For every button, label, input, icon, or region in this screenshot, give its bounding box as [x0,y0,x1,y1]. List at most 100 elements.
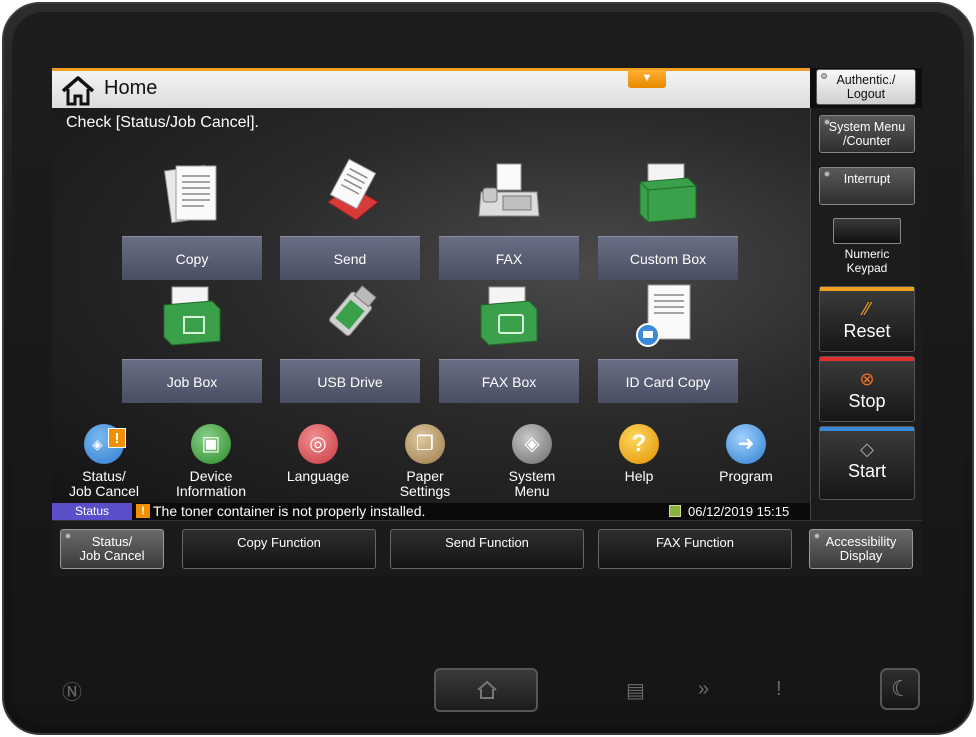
program-icon: ➜ [726,424,766,464]
start-button[interactable]: ◇ Start [819,426,915,500]
usb-drive-icon [329,285,377,337]
header-bar: Home ▼ [52,68,810,108]
system-menu-counter-button[interactable]: System Menu /Counter [819,115,915,153]
send-function-button[interactable]: Send Function [390,529,584,569]
paper-settings-icon: ❐ [405,424,445,464]
nfc-icon: Ⓝ [62,682,82,704]
shortcut-device-information[interactable]: ▣ Device Information [163,424,259,504]
button-label: Send Function [445,535,529,550]
auth-label-line1: Authentic./ [836,73,896,87]
status-job-cancel-button[interactable]: Status/ Job Cancel [60,529,164,569]
reset-button[interactable]: ⁄⁄ Reset [819,286,915,352]
button-label: Copy Function [237,535,321,550]
led-indicator [65,533,71,539]
shortcut-paper-settings[interactable]: ❐ Paper Settings [377,424,473,504]
button-label: Interrupt [843,172,891,186]
touch-screen: Home ▼ Authentic./ Logout Check [Status/… [52,68,922,576]
stop-stripe [820,357,914,361]
status-tag-button[interactable]: Status [52,503,132,520]
home-icon [477,680,497,699]
fax-box-icon [480,286,538,346]
interrupt-button[interactable]: Interrupt [819,167,915,205]
shortcut-label: Settings [399,483,451,499]
system-menu-icon: ◈ [512,424,552,464]
home-icon[interactable] [60,75,96,107]
auth-label-line2: Logout [846,87,886,101]
shortcut-label: Paper [406,468,444,484]
tile-label: Copy [122,236,262,280]
label-line: Keypad [846,261,888,275]
shortcut-label: Job Cancel [68,483,140,499]
numeric-keypad-label: Numeric Keypad [811,247,922,275]
tile-send[interactable]: Send [280,158,420,280]
button-label: Display [839,548,883,563]
reset-stripe [820,287,914,291]
button-label: Reset [843,321,891,341]
date-time: 06/12/2019 15:15 [688,504,790,519]
accessibility-display-button[interactable]: Accessibility Display [809,529,913,569]
tile-id-card-copy[interactable]: ID Card Copy [598,281,738,403]
tile-label: Custom Box [598,236,738,280]
processing-icon: » [698,678,710,700]
status-bar: Status ! The toner container is not prop… [52,503,810,520]
stop-button[interactable]: ⊗ Stop [819,356,915,422]
shortcut-status-job-cancel[interactable]: ! ◈ Status/ Job Cancel [56,424,152,504]
hardware-home-button[interactable] [434,668,538,712]
device-info-icon: ▣ [191,424,231,464]
tile-label: USB Drive [280,359,420,403]
status-message: Check [Status/Job Cancel]. [66,114,259,131]
tile-label: FAX Box [439,359,579,403]
shortcut-label: System [508,468,556,484]
fax-icon [478,163,540,217]
status-bar-message: The toner container is not properly inst… [153,503,426,519]
page-title: Home [104,77,158,99]
right-panel: System Menu /Counter Interrupt Numeric K… [810,108,922,520]
led-indicator [824,171,830,177]
button-label: System Menu [828,120,906,134]
memory-icon: ▤ [626,680,645,702]
numeric-keypad-button[interactable] [833,218,901,244]
tile-fax[interactable]: FAX [439,158,579,280]
button-label: /Counter [843,134,891,148]
shortcut-system-menu[interactable]: ◈ System Menu [484,424,580,504]
led-indicator [824,119,830,125]
button-label: Stop [848,391,886,411]
button-label: Status/ [91,534,133,549]
button-label: Start [847,461,886,481]
job-box-icon [163,286,221,346]
moon-icon: ☾ [891,676,911,701]
stop-icon: ⊗ [859,369,875,389]
shortcut-label: Information [175,483,247,499]
energy-saver-button[interactable]: ☾ [880,668,920,710]
shortcut-label: Device [189,468,233,484]
copy-icon [164,164,217,224]
custom-box-icon [639,163,697,223]
help-icon: ? [619,424,659,464]
send-icon [327,158,379,221]
authentication-logout-button[interactable]: Authentic./ Logout [816,69,916,105]
notice-pulldown-tab[interactable]: ▼ [628,70,666,88]
tile-label: FAX [439,236,579,280]
warning-icon: ! [136,504,150,518]
shortcut-language[interactable]: ◎ Language [270,424,366,504]
start-icon: ◇ [860,439,874,459]
tile-copy[interactable]: Copy [122,158,262,280]
attention-icon: ! [776,678,782,700]
button-label: Job Cancel [79,548,145,563]
tile-label: ID Card Copy [598,359,738,403]
home-main-area: Check [Status/Job Cancel]. Copy Send FAX… [52,108,810,506]
tile-job-box[interactable]: Job Box [122,281,262,403]
start-stripe [820,427,914,431]
function-bar: Status/ Job Cancel Copy Function Send Fu… [52,520,922,576]
shortcut-program[interactable]: ➜ Program [698,424,794,504]
tile-custom-box[interactable]: Custom Box [598,158,738,280]
shortcut-help[interactable]: ? Help [591,424,687,504]
led-indicator [821,73,827,79]
led-indicator [814,533,820,539]
copy-function-button[interactable]: Copy Function [182,529,376,569]
tile-usb-drive[interactable]: USB Drive [280,281,420,403]
fax-function-button[interactable]: FAX Function [598,529,792,569]
shortcut-label: Help [624,468,654,484]
tile-fax-box[interactable]: FAX Box [439,281,579,403]
calendar-icon [669,505,681,517]
